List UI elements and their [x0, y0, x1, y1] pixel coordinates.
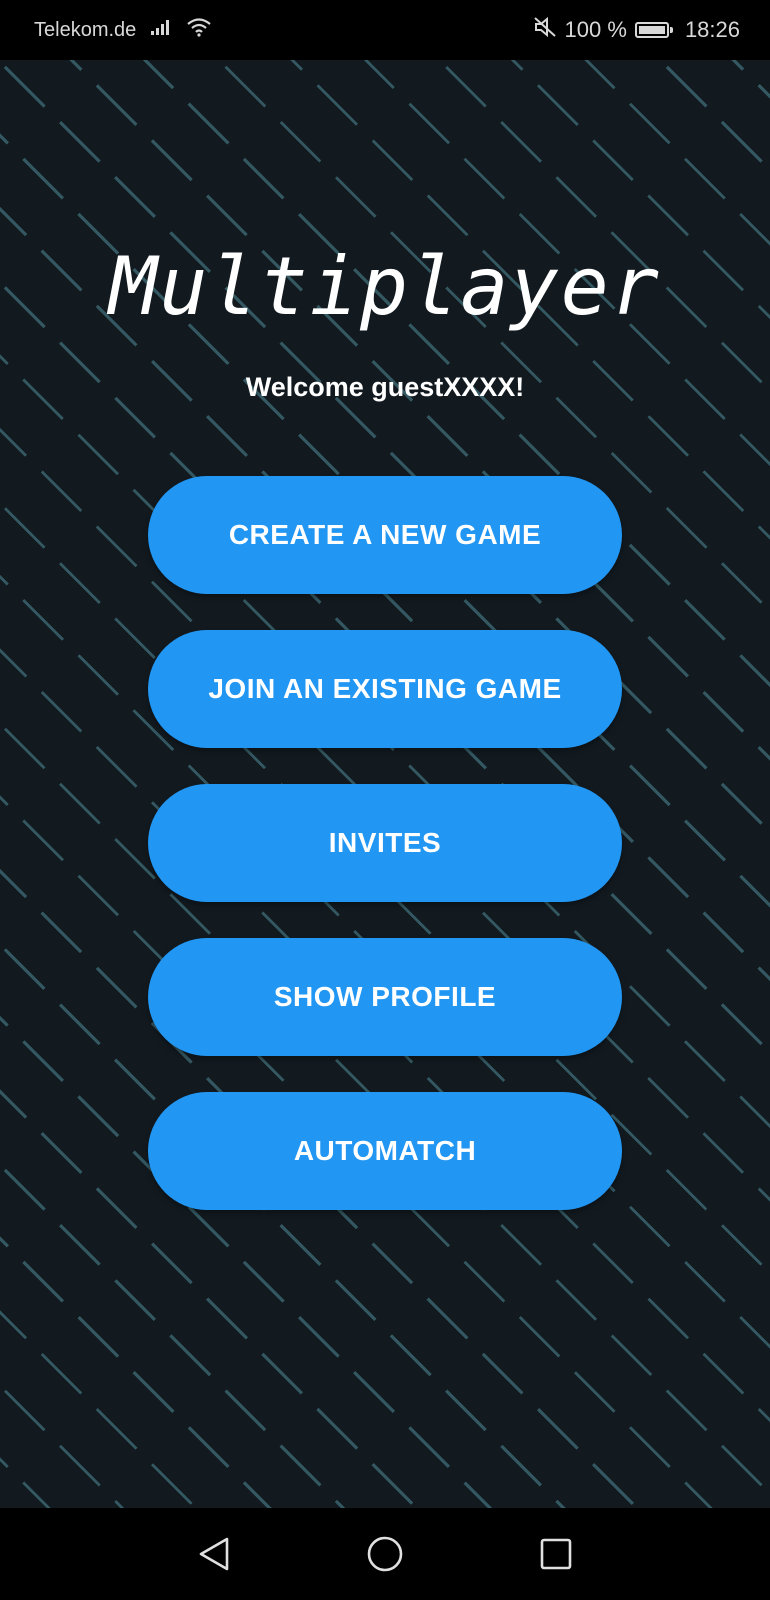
battery-percent: 100 %	[564, 17, 627, 42]
show-profile-button[interactable]: SHOW PROFILE	[148, 938, 622, 1056]
battery-icon	[634, 22, 673, 38]
battery-fill	[638, 26, 665, 34]
carrier-label: Telekom.de	[34, 18, 137, 41]
game-menu-screen: Multiplayer Welcome guestXXXX! CREATE A …	[0, 60, 770, 1508]
create-game-button[interactable]: CREATE A NEW GAME	[148, 476, 622, 594]
back-icon[interactable]	[169, 1508, 259, 1600]
mute-icon	[533, 16, 557, 44]
invites-button[interactable]: INVITES	[148, 784, 622, 902]
recents-icon[interactable]	[511, 1508, 601, 1600]
welcome-message: Welcome guestXXXX!	[245, 372, 525, 402]
status-bar: Telekom.de 100 % 18:26	[0, 0, 770, 60]
home-icon[interactable]	[340, 1508, 430, 1600]
wifi-icon	[186, 17, 212, 43]
clock: 18:26	[684, 17, 740, 42]
automatch-button[interactable]: AUTOMATCH	[148, 1092, 622, 1210]
navigation-bar	[0, 1508, 770, 1600]
signal-icon	[150, 18, 172, 42]
page-title: Multiplayer	[109, 240, 661, 333]
join-game-button[interactable]: JOIN AN EXISTING GAME	[148, 630, 622, 748]
